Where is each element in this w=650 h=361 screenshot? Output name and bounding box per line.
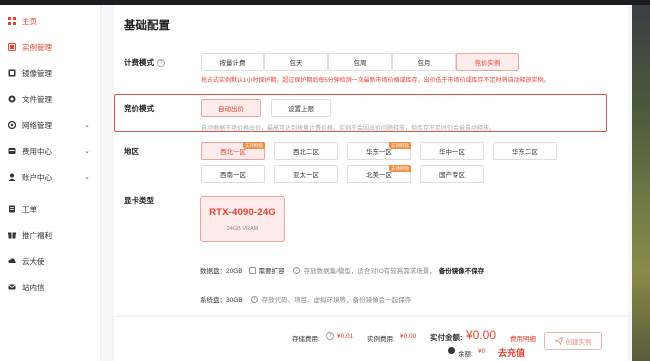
chevron-down-icon: ⌄ <box>84 174 90 181</box>
storage-fee-label: 存储费用: <box>292 336 320 343</box>
sidebar-item-label: 实例管理 <box>22 42 52 52</box>
region-option-southwest-1[interactable]: 西南一区 <box>201 165 265 183</box>
create-instance-button[interactable]: 创建实例 <box>544 332 602 350</box>
netdisk-badge: 支持网盘 <box>389 165 411 172</box>
sidebar-item-referral[interactable]: 推广福利 <box>0 224 101 246</box>
account-icon <box>8 173 16 181</box>
gpu-vram: 24GB VRAM <box>226 226 259 232</box>
chevron-down-icon: ⌄ <box>84 122 90 129</box>
instance-fee-label: 实例费用: <box>367 336 395 343</box>
sidebar-item-files[interactable]: 文件管理 <box>0 88 101 110</box>
expand-checkbox[interactable] <box>248 266 256 274</box>
region-option-northwest-1[interactable]: 西北一区 支持网盘 <box>201 142 265 160</box>
pay-amount-value: ¥0.00 <box>466 328 497 342</box>
sidebar-item-label: 镜像管理 <box>22 68 52 78</box>
chevron-down-icon: ⌄ <box>84 148 90 155</box>
instance-fee-value: ¥0.00 <box>400 333 417 340</box>
sidebar-item-account[interactable]: 账户中心 ⌄ <box>0 166 101 188</box>
system-disk-label: 系统盘：30GB <box>200 297 243 304</box>
instance-icon <box>8 43 16 51</box>
balance-label: 余额: <box>458 351 473 358</box>
region-option-apac-1[interactable]: 亚太一区 <box>274 165 338 183</box>
wallet-icon <box>448 347 455 354</box>
region-label: 地区 <box>124 147 139 156</box>
spot-warning-text: 抢占式实例默认1小时保护期，超过保护期后每5分钟检测一次最新市场价格或库存，出价… <box>201 78 550 84</box>
sidebar-item-billing[interactable]: 费用中心 ⌄ <box>0 140 101 162</box>
gift-icon <box>8 231 16 239</box>
ambassador-icon <box>8 257 16 265</box>
sidebar-item-home[interactable]: 主页 <box>0 10 101 32</box>
sidebar-item-instances[interactable]: 实例管理 <box>0 36 101 58</box>
billing-option-daily[interactable]: 包天 <box>264 53 328 71</box>
billing-option-spot[interactable]: 竞价实例 <box>456 53 519 71</box>
sidebar-item-label: 工单 <box>22 204 37 214</box>
sidebar-item-label: 推广福利 <box>22 230 52 240</box>
sidebar-item-label: 主页 <box>22 16 37 26</box>
sidebar-item-messages[interactable]: 站内信 <box>0 276 101 298</box>
ticket-icon <box>8 205 16 213</box>
region-option-east-2[interactable]: 华东二区 <box>493 142 557 160</box>
recharge-link[interactable]: 去充值 <box>498 346 525 359</box>
sidebar: 主页 实例管理 镜像管理 文件管理 网络管理 ⌄ 费用中心 ⌄ 账户中心 ⌄ 工… <box>0 5 101 361</box>
system-disk-row: 系统盘：30GB i 存放代码、项目、虚拟环境等，备份镜像会一起保存 <box>200 294 411 304</box>
sidebar-item-label: 文件管理 <box>22 94 52 104</box>
balance-value: ¥0 <box>478 348 486 355</box>
sidebar-item-network[interactable]: 网络管理 ⌄ <box>0 114 101 136</box>
bid-option-cap[interactable]: 设置上限 <box>271 99 331 117</box>
config-panel: 基础配置 计费模式? 按量计费 包天 包周 包月 竞价实例 抢占式实例默认1小时… <box>114 5 628 361</box>
gpu-card-rtx4090[interactable]: RTX-4090-24G 24GB VRAM <box>200 196 285 242</box>
help-icon[interactable]: ? <box>157 59 165 68</box>
page-title: 基础配置 <box>124 20 170 32</box>
network-icon <box>8 121 16 129</box>
info-icon: i <box>292 266 300 274</box>
storage-fee-value: ¥0.01 <box>337 333 354 340</box>
sidebar-item-tickets[interactable]: 工单 <box>0 198 101 220</box>
grid-icon <box>8 17 16 25</box>
gpu-type-label: 显卡类型 <box>124 196 154 205</box>
region-option-domestic[interactable]: 国产专区 <box>420 165 484 183</box>
gpu-name: RTX-4090-24G <box>209 207 276 218</box>
sidebar-item-label: 账户中心 <box>22 172 52 182</box>
billing-option-monthly[interactable]: 包月 <box>392 53 456 71</box>
sidebar-item-images[interactable]: 镜像管理 <box>0 62 101 84</box>
image-icon <box>8 69 16 77</box>
info-icon: i <box>250 295 258 303</box>
billing-option-hourly[interactable]: 按量计费 <box>201 53 264 71</box>
sidebar-item-label: 云大使 <box>22 256 45 266</box>
region-option-central-1[interactable]: 华中一区 <box>420 142 484 160</box>
bid-option-auto[interactable]: 自动出价 <box>201 99 261 117</box>
billing-mode-label: 计费模式? <box>124 57 165 68</box>
data-disk-desc: 存放数据集/模型，适合对IO有较高需求场景， <box>303 268 436 275</box>
app-window: 主页 实例管理 镜像管理 文件管理 网络管理 ⌄ 费用中心 ⌄ 账户中心 ⌄ 工… <box>0 5 632 361</box>
expand-label[interactable]: 需要扩容 <box>259 265 285 275</box>
order-footer: 存储费用: ? ¥0.01 实例费用: ¥0.00 实付金额: ¥0.00 费用… <box>114 316 628 361</box>
billing-option-weekly[interactable]: 包周 <box>328 53 392 71</box>
mail-icon <box>8 283 16 291</box>
netdisk-badge: 支持网盘 <box>243 142 265 149</box>
netdisk-badge: 支持网盘 <box>389 142 411 149</box>
region-option-na-1[interactable]: 北美一区 支持网盘 <box>347 165 411 183</box>
file-icon <box>8 95 16 103</box>
region-option-east-1[interactable]: 华东一区 支持网盘 <box>347 142 411 160</box>
data-disk-emphasis: 备份镜像不保存 <box>438 268 485 275</box>
region-option-northwest-2[interactable]: 西北二区 <box>274 142 338 160</box>
bid-hint-text: 自动根据市场价格出价，最高可达到按量计费价格，实例不会因出价问题释放，但库存不足… <box>201 126 496 132</box>
pay-amount-label: 实付金额: <box>430 333 463 342</box>
sidebar-item-ambassador[interactable]: 云大使 <box>0 250 101 272</box>
sidebar-item-label: 费用中心 <box>22 146 52 156</box>
help-icon[interactable]: ? <box>326 332 334 340</box>
sidebar-item-label: 站内信 <box>22 282 45 292</box>
system-disk-desc: 存放代码、项目、虚拟环境等，备份镜像会一起保存 <box>261 297 412 304</box>
data-disk-label: 数据盘：20GB <box>200 268 243 275</box>
cost-detail-link[interactable]: 费用明细 <box>510 333 536 343</box>
sidebar-item-label: 网络管理 <box>22 120 52 130</box>
bid-mode-label: 竞价模式 <box>124 104 154 113</box>
send-icon <box>554 337 563 345</box>
billing-icon <box>8 147 16 155</box>
data-disk-row: 数据盘：20GB 需要扩容 i 存放数据集/模型，适合对IO有较高需求场景， 备… <box>200 265 484 275</box>
